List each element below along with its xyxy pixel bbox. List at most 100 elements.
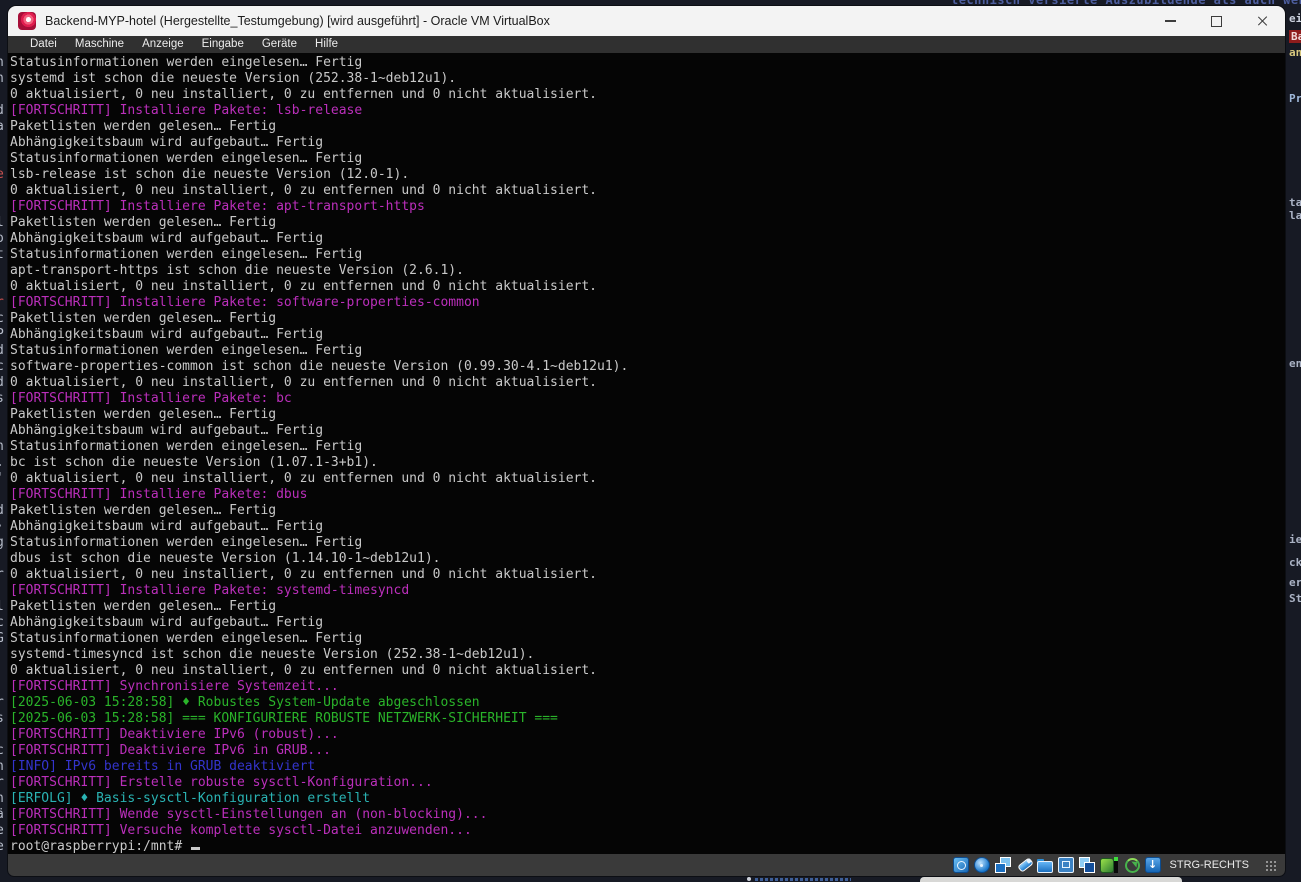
terminal-line: root@raspberrypi:/mnt# <box>10 839 1285 854</box>
background-letter-fragment: · <box>0 519 8 535</box>
optical-drives-icon[interactable] <box>974 857 990 873</box>
terminal-line: Statusinformationen werden eingelesen… F… <box>10 343 1285 359</box>
background-text-fragment: er <box>1289 576 1301 589</box>
terminal-line: Paketlisten werden gelesen… Fertig <box>10 215 1285 231</box>
vm-terminal-output[interactable]: Statusinformationen werden eingelesen… F… <box>8 53 1285 854</box>
background-letter-fragment: n <box>0 791 8 807</box>
menubar: DateiMaschineAnzeigeEingabeGeräteHilfe <box>8 36 1285 53</box>
background-letter-fragment: s <box>0 391 8 407</box>
menu-item-maschine[interactable]: Maschine <box>66 36 133 53</box>
terminal-line: 0 aktualisiert, 0 neu installiert, 0 zu … <box>10 567 1285 583</box>
background-letter-fragment: d <box>0 375 8 391</box>
background-letter-fragment: r <box>0 567 8 583</box>
terminal-line: [FORTSCHRITT] Installiere Pakete: apt-tr… <box>10 199 1285 215</box>
desktop: technisch versierte Auszubildende als au… <box>0 0 1301 882</box>
terminal-line: [FORTSCHRITT] Versuche komplette sysctl-… <box>10 823 1285 839</box>
terminal-line: [FORTSCHRITT] Erstelle robuste sysctl-Ko… <box>10 775 1285 791</box>
mouse-integration-icon[interactable] <box>1145 857 1161 873</box>
maximize-button[interactable] <box>1193 6 1239 36</box>
virtualization-icon[interactable] <box>1100 857 1120 873</box>
terminal-line: 0 aktualisiert, 0 neu installiert, 0 zu … <box>10 87 1285 103</box>
clipboard-sync-icon[interactable] <box>1125 858 1140 873</box>
terminal-line: [FORTSCHRITT] Installiere Pakete: softwa… <box>10 295 1285 311</box>
terminal-line: Abhängigkeitsbaum wird aufgebaut… Fertig <box>10 519 1285 535</box>
background-letter-fragment: g <box>0 535 8 551</box>
menu-item-gerte[interactable]: Geräte <box>253 36 306 53</box>
terminal-line: Statusinformationen werden eingelesen… F… <box>10 247 1285 263</box>
display-icon[interactable] <box>1058 857 1074 873</box>
background-text-fragment: ck <box>1289 556 1301 569</box>
terminal-line: systemd ist schon die neueste Version (2… <box>10 71 1285 87</box>
background-letter-fragment: n <box>0 55 8 71</box>
terminal-line: [FORTSCHRITT] Deaktiviere IPv6 (robust).… <box>10 727 1285 743</box>
titlebar[interactable]: Backend-MYP-hotel (Hergestellte_Testumge… <box>8 6 1285 36</box>
menu-item-datei[interactable]: Datei <box>21 36 66 53</box>
background-window-textstrip <box>755 878 851 881</box>
background-window-edge <box>920 877 1182 882</box>
terminal-line: bc ist schon die neueste Version (1.07.1… <box>10 455 1285 471</box>
resize-grip[interactable] <box>1264 859 1277 872</box>
background-text-fragment: la <box>1289 209 1301 222</box>
background-letter-fragment: c <box>0 615 8 631</box>
network-adapters-icon[interactable] <box>995 857 1011 873</box>
background-text-fragment: Pr <box>1289 92 1301 105</box>
terminal-line: Abhängigkeitsbaum wird aufgebaut… Fertig <box>10 615 1285 631</box>
menu-item-hilfe[interactable]: Hilfe <box>306 36 347 53</box>
background-letter-fragment: a <box>0 119 8 135</box>
terminal-line: 0 aktualisiert, 0 neu installiert, 0 zu … <box>10 663 1285 679</box>
background-letter-fragment: r <box>0 695 8 711</box>
shared-folders-icon[interactable] <box>1037 858 1053 874</box>
terminal-line: [FORTSCHRITT] Installiere Pakete: system… <box>10 583 1285 599</box>
terminal-line: Statusinformationen werden eingelesen… F… <box>10 55 1285 71</box>
terminal-line: dbus ist schon die neueste Version (1.14… <box>10 551 1285 567</box>
virtualbox-window: Backend-MYP-hotel (Hergestellte_Testumge… <box>8 6 1285 876</box>
background-text-fragment: Ba <box>1289 30 1301 43</box>
background-letter-fragment: r <box>0 295 8 311</box>
terminal-line: systemd-timesyncd ist schon die neueste … <box>10 647 1285 663</box>
terminal-line: [INFO] IPv6 bereits in GRUB deaktiviert <box>10 759 1285 775</box>
terminal-line: Abhängigkeitsbaum wird aufgebaut… Fertig <box>10 135 1285 151</box>
background-letter-fragment: c <box>0 359 8 375</box>
background-letter-fragment: h <box>0 71 8 87</box>
background-letter-fragment: d <box>0 103 8 119</box>
terminal-line: Abhängigkeitsbaum wird aufgebaut… Fertig <box>10 327 1285 343</box>
terminal-line: Paketlisten werden gelesen… Fertig <box>10 599 1285 615</box>
hard-disks-icon[interactable] <box>953 857 969 873</box>
background-letter-fragment: d <box>0 343 8 359</box>
background-letter-fragment: e <box>0 839 8 855</box>
window-title: Backend-MYP-hotel (Hergestellte_Testumge… <box>45 14 1147 28</box>
background-letter-fragment: c <box>0 743 8 759</box>
background-text-fragment: an <box>1289 46 1301 59</box>
background-letter-fragment: n <box>0 439 8 455</box>
terminal-line: [FORTSCHRITT] Deaktiviere IPv6 in GRUB..… <box>10 743 1285 759</box>
close-icon <box>1256 15 1268 27</box>
background-window-dot <box>747 877 751 881</box>
host-key-label: STRG-RECHTS <box>1170 859 1249 871</box>
maximize-icon <box>1211 16 1222 27</box>
menu-item-eingabe[interactable]: Eingabe <box>193 36 253 53</box>
recording-icon[interactable] <box>1079 857 1095 873</box>
usb-devices-icon[interactable] <box>1016 857 1032 873</box>
background-letter-fragment: l <box>0 599 8 615</box>
menu-item-anzeige[interactable]: Anzeige <box>133 36 193 53</box>
terminal-line: 0 aktualisiert, 0 neu installiert, 0 zu … <box>10 183 1285 199</box>
background-letter-fragment: P <box>0 327 8 343</box>
background-letter-fragment: e <box>0 167 8 183</box>
terminal-line: software-properties-common ist schon die… <box>10 359 1285 375</box>
minimize-button[interactable] <box>1147 6 1193 36</box>
terminal-line: Paketlisten werden gelesen… Fertig <box>10 503 1285 519</box>
close-button[interactable] <box>1239 6 1285 36</box>
terminal-line: Paketlisten werden gelesen… Fertig <box>10 119 1285 135</box>
terminal-line: Paketlisten werden gelesen… Fertig <box>10 407 1285 423</box>
terminal-line: [FORTSCHRITT] Installiere Pakete: dbus <box>10 487 1285 503</box>
terminal-line: [2025-06-03 15:28:58] === KONFIGURIERE R… <box>10 711 1285 727</box>
terminal-line: Paketlisten werden gelesen… Fertig <box>10 311 1285 327</box>
terminal-line: 0 aktualisiert, 0 neu installiert, 0 zu … <box>10 279 1285 295</box>
minimize-icon <box>1165 20 1176 22</box>
background-text-fragment: iez <box>1289 533 1301 546</box>
background-letter-fragment: t <box>0 247 8 263</box>
terminal-line: [FORTSCHRITT] Installiere Pakete: lsb-re… <box>10 103 1285 119</box>
window-controls <box>1147 6 1285 36</box>
background-letter-fragment: . <box>0 455 8 471</box>
background-text-fragment: ei <box>1289 12 1301 25</box>
